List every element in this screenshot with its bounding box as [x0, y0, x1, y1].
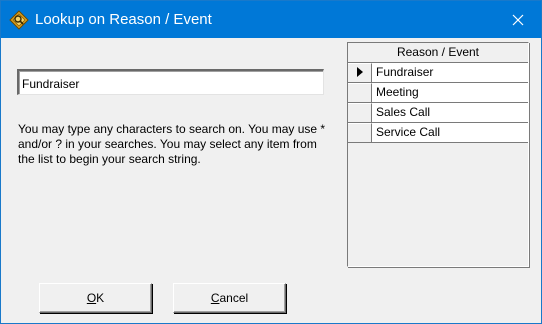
reason-event-list[interactable]: Reason / Event Fundraiser Meeting Sales … — [347, 42, 529, 267]
row-cell-label[interactable]: Sales Call — [372, 103, 528, 122]
title-bar[interactable]: Lookup on Reason / Event — [1, 1, 541, 38]
cancel-button-label-rest: ancel — [219, 291, 249, 305]
close-button[interactable] — [495, 1, 541, 38]
cancel-button[interactable]: Cancel — [173, 283, 286, 313]
ok-button-mnemonic: O — [86, 291, 97, 305]
table-row[interactable]: Fundraiser — [348, 63, 528, 83]
grid-rows: Fundraiser Meeting Sales Call Service Ca… — [348, 63, 528, 143]
close-icon — [512, 14, 524, 26]
table-row[interactable]: Meeting — [348, 83, 528, 103]
search-help-text: You may type any characters to search on… — [18, 122, 326, 166]
row-selector[interactable] — [348, 123, 372, 142]
table-row[interactable]: Service Call — [348, 123, 528, 143]
ok-button[interactable]: OK — [39, 283, 152, 313]
table-row[interactable]: Sales Call — [348, 103, 528, 123]
window-title: Lookup on Reason / Event — [35, 11, 212, 28]
row-cell-label[interactable]: Fundraiser — [372, 63, 528, 82]
search-input[interactable] — [17, 69, 324, 95]
lookup-dialog: Lookup on Reason / Event You may type an… — [0, 0, 542, 324]
grid-header: Reason / Event — [348, 43, 528, 63]
column-header-reason-event[interactable]: Reason / Event — [348, 43, 528, 62]
ok-button-label-rest: K — [96, 291, 105, 305]
current-row-arrow-icon — [356, 66, 363, 80]
row-selector[interactable] — [348, 83, 372, 102]
row-cell-label[interactable]: Service Call — [372, 123, 528, 142]
row-selector[interactable] — [348, 103, 372, 122]
row-cell-label[interactable]: Meeting — [372, 83, 528, 102]
row-selector[interactable] — [348, 63, 372, 82]
lookup-diamond-icon — [9, 10, 29, 30]
